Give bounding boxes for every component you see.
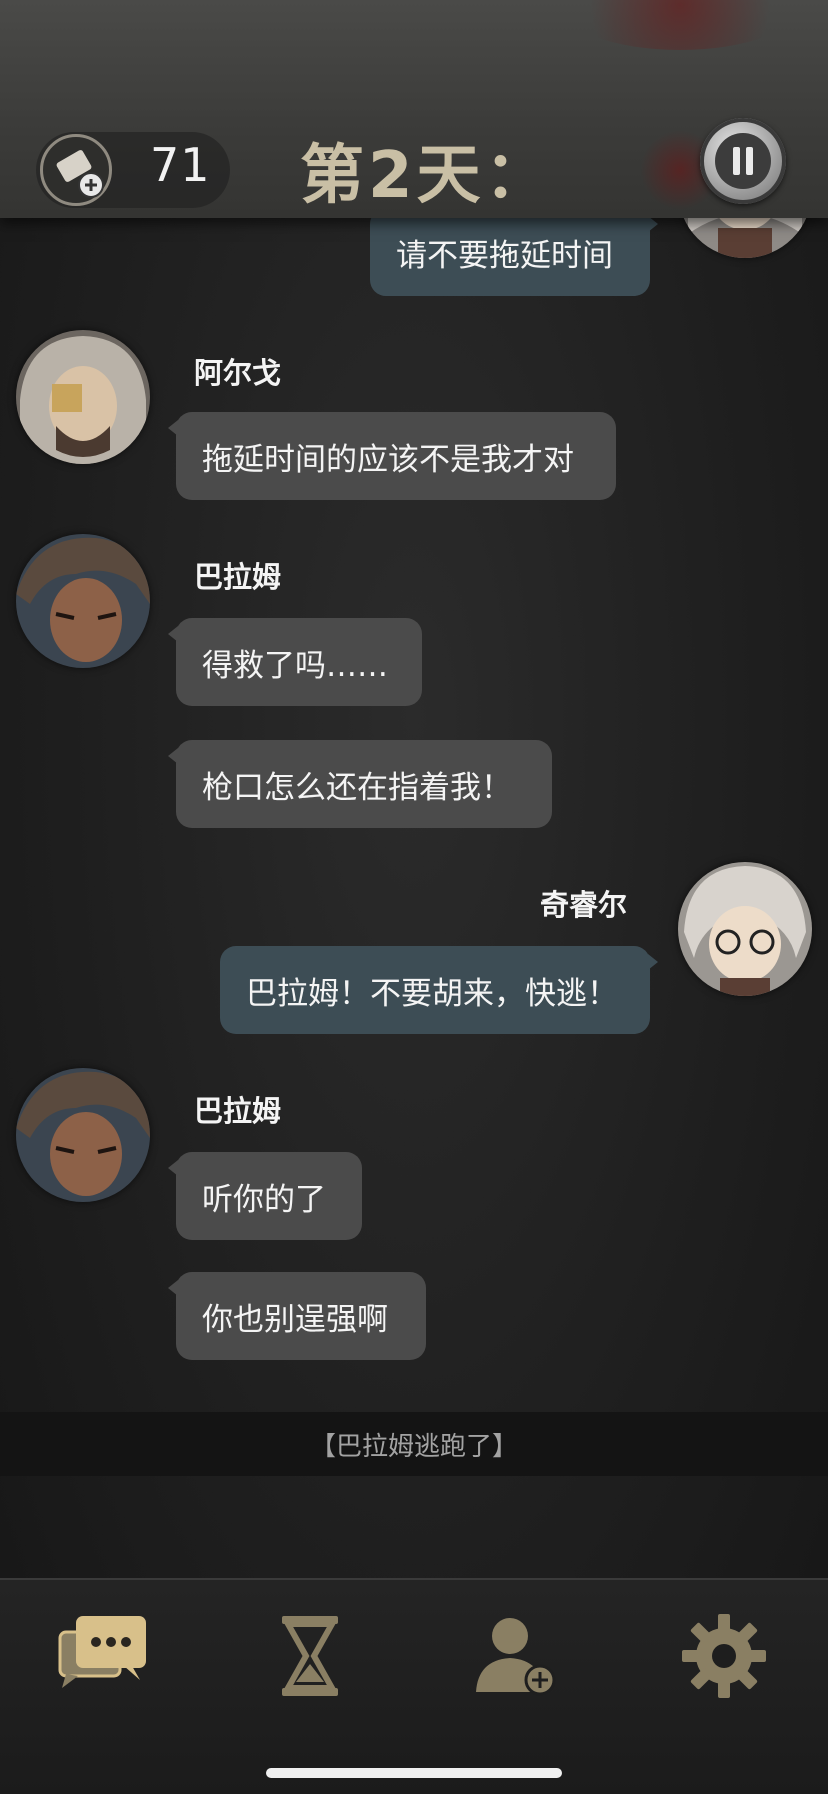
sender-name: 巴拉姆: [194, 1094, 282, 1128]
message-bubble[interactable]: 得救了吗……: [168, 618, 422, 706]
day-title: 第2天：: [300, 139, 553, 213]
message-bubble[interactable]: 拖延时间的应该不是我才对: [168, 412, 616, 500]
nav-settings[interactable]: [676, 1608, 772, 1704]
message-bubble[interactable]: 巴拉姆！不要胡来，快逃！: [220, 946, 658, 1034]
blood-splatter: [560, 0, 800, 50]
event-text: 【巴拉姆逃跑了】: [309, 1431, 518, 1462]
sender-name: 巴拉姆: [194, 560, 282, 594]
avatar-balam[interactable]: [16, 534, 150, 668]
gear-icon: [682, 1614, 766, 1698]
ticket-count: 71: [150, 138, 211, 192]
bottom-nav: [0, 1578, 828, 1794]
pause-icon: [715, 133, 771, 189]
chat-icon: [58, 1616, 146, 1688]
nav-hourglass[interactable]: [262, 1608, 358, 1704]
sender-name: 阿尔戈: [194, 356, 282, 390]
event-notice: 【巴拉姆逃跑了】: [0, 1412, 828, 1476]
message-bubble[interactable]: 枪口怎么还在指着我！: [168, 740, 552, 828]
avatar-qiruier[interactable]: [678, 862, 812, 996]
pause-button[interactable]: [700, 118, 786, 204]
add-friend-icon: [476, 1618, 556, 1696]
top-bar: 71 第2天：: [0, 0, 828, 218]
ticket-plus-icon[interactable]: [40, 134, 112, 206]
nav-add-friend[interactable]: [468, 1608, 564, 1704]
hourglass-icon: [282, 1616, 338, 1696]
avatar-argo[interactable]: [16, 330, 150, 464]
avatar-balam[interactable]: [16, 1068, 150, 1202]
message-bubble[interactable]: 你也别逞强啊: [168, 1272, 426, 1360]
sender-name: 奇睿尔: [540, 888, 628, 922]
message-bubble[interactable]: 听你的了: [168, 1152, 362, 1240]
message-bubble[interactable]: 请不要拖延时间: [370, 208, 658, 296]
home-indicator[interactable]: [266, 1768, 562, 1778]
nav-chat[interactable]: [56, 1608, 152, 1704]
